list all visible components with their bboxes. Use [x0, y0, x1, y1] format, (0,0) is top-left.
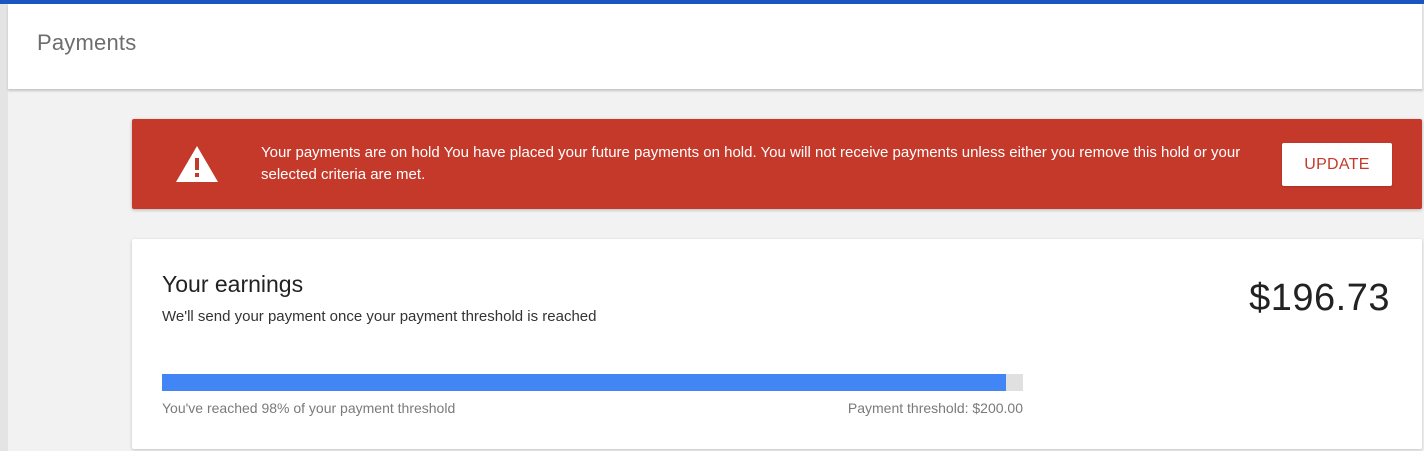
update-button[interactable]: UPDATE	[1282, 143, 1392, 186]
payment-threshold-progress-bar	[162, 374, 1023, 391]
progress-fill	[162, 374, 1006, 391]
warning-icon	[175, 145, 219, 183]
left-edge-panel	[0, 4, 8, 451]
page-header: Payments	[8, 4, 1423, 89]
earnings-subtitle: We'll send your payment once your paymen…	[162, 308, 597, 325]
payment-hold-alert: Your payments are on hold You have place…	[132, 119, 1422, 209]
earnings-amount: $196.73	[1249, 277, 1390, 319]
alert-message: Your payments are on hold You have place…	[261, 144, 1241, 183]
earnings-title: Your earnings	[162, 271, 304, 297]
earnings-card: Your earnings We'll send your payment on…	[132, 239, 1422, 449]
page-title: Payments	[37, 30, 137, 55]
threshold-caption: Payment threshold: $200.00	[847, 400, 1023, 416]
